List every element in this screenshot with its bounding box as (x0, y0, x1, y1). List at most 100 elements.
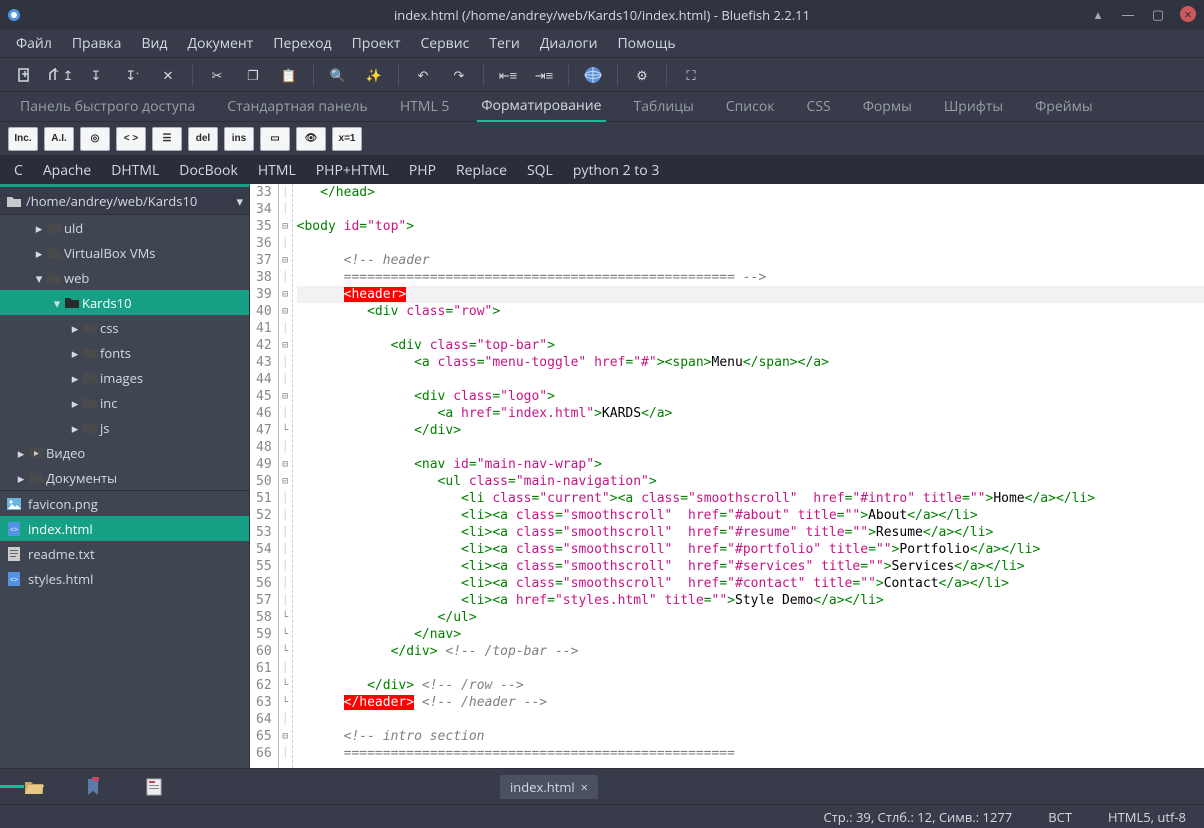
fmt-button-1[interactable]: A.I. (44, 127, 74, 151)
fullscreen-button[interactable]: ⛶ (673, 60, 709, 90)
tooltab-6[interactable]: CSS (803, 92, 835, 121)
expand-icon[interactable]: ▸ (68, 419, 82, 437)
tooltab-8[interactable]: Шрифты (940, 92, 1007, 121)
menu-правка[interactable]: Правка (62, 30, 132, 57)
lang-dhtml[interactable]: DHTML (111, 161, 159, 180)
fmt-button-2[interactable]: ◎ (80, 127, 110, 151)
tooltab-7[interactable]: Формы (859, 92, 916, 121)
menu-документ[interactable]: Документ (177, 30, 263, 57)
menu-файл[interactable]: Файл (6, 30, 62, 57)
menu-помощь[interactable]: Помощь (607, 30, 685, 57)
lang-phphtml[interactable]: PHP+HTML (316, 161, 389, 180)
expand-icon[interactable]: ▸ (68, 369, 82, 387)
fold-column[interactable]: ││⊟│⊟│⊟⊟│⊟││⊟│└│⊟⊟│││││││└└└│└└│⊟│ (279, 184, 293, 768)
tooltab-4[interactable]: Таблицы (630, 92, 698, 121)
lang-sql[interactable]: SQL (527, 161, 553, 180)
lang-replace[interactable]: Replace (456, 161, 507, 180)
fmt-button-3[interactable]: < > (116, 127, 146, 151)
indent-button[interactable]: ⇥≡ (526, 60, 562, 90)
tooltab-2[interactable]: HTML 5 (396, 92, 454, 121)
lang-html[interactable]: HTML (258, 161, 296, 180)
menu-диалоги[interactable]: Диалоги (530, 30, 608, 57)
close-file-button[interactable]: ✕ (150, 60, 186, 90)
expand-icon[interactable]: ▸ (32, 244, 46, 262)
tooltab-1[interactable]: Стандартная панель (223, 92, 372, 121)
fmt-button-4[interactable]: ☰ (152, 127, 182, 151)
menu-вид[interactable]: Вид (131, 30, 177, 57)
file-list[interactable]: favicon.png<>index.htmlreadme.txt<>style… (0, 491, 249, 768)
tooltab-3[interactable]: Форматирование (477, 91, 605, 122)
file-item-indexhtml[interactable]: <>index.html (0, 516, 249, 541)
fmt-button-0[interactable]: Inc. (8, 127, 38, 151)
open-file-button[interactable]: ↥ (42, 60, 78, 90)
file-item-readmetxt[interactable]: readme.txt (0, 541, 249, 566)
file-item-faviconpng[interactable]: favicon.png (0, 491, 249, 516)
expand-icon[interactable]: ▾ (50, 294, 64, 312)
statusbar: Стр.: 39, Стлб.: 12, Симв.: 1277 ВСТ HTM… (0, 804, 1204, 828)
lang-apache[interactable]: Apache (43, 161, 91, 180)
expand-icon[interactable]: ▸ (14, 444, 28, 462)
copy-button[interactable]: ❐ (235, 60, 271, 90)
expand-icon[interactable]: ▸ (32, 219, 46, 237)
unindent-button[interactable]: ⇤≡ (490, 60, 526, 90)
code-area[interactable]: </head> <body id="top"> <!-- header ====… (293, 184, 1204, 768)
fmt-button-6[interactable]: ins (224, 127, 254, 151)
folder-tree[interactable]: ▸uld▸VirtualBox VMs▾web▾Kards10▸css▸font… (0, 215, 249, 491)
expand-icon[interactable]: ▸ (68, 319, 82, 337)
tree-item-web[interactable]: ▾web (0, 265, 249, 290)
close-button[interactable]: × (1180, 6, 1196, 22)
tree-item-[interactable]: ▸Видео (0, 440, 249, 465)
expand-icon[interactable]: ▸ (68, 394, 82, 412)
tree-item-css[interactable]: ▸css (0, 315, 249, 340)
tree-item-js[interactable]: ▸js (0, 415, 249, 440)
bookmark-button[interactable] (76, 772, 112, 802)
tooltab-0[interactable]: Панель быстрого доступа (16, 92, 199, 121)
search-button[interactable]: 🔍 (320, 60, 356, 90)
tree-item-[interactable]: ▸Документы (0, 465, 249, 490)
path-dropdown-icon[interactable]: ▾ (236, 192, 243, 210)
expand-icon[interactable]: ▾ (32, 269, 46, 287)
browser-button[interactable] (575, 60, 611, 90)
lang-docbook[interactable]: DocBook (179, 161, 238, 180)
menu-теги[interactable]: Теги (479, 30, 530, 57)
minimize-button[interactable]: — (1120, 6, 1136, 22)
fmt-button-9[interactable]: x=1 (332, 127, 362, 151)
settings-button[interactable]: ⚙ (624, 60, 660, 90)
tooltab-5[interactable]: Список (722, 92, 779, 121)
redo-button[interactable]: ↷ (441, 60, 477, 90)
close-tab-icon[interactable]: × (581, 778, 588, 796)
lang-c[interactable]: C (14, 161, 23, 180)
save-button[interactable]: ↧ (78, 60, 114, 90)
snippet-button[interactable] (136, 772, 172, 802)
tooltab-9[interactable]: Фреймы (1031, 92, 1097, 121)
tree-item-kards10[interactable]: ▾Kards10 (0, 290, 249, 315)
save-as-button[interactable]: ↧⁺ (114, 60, 150, 90)
menu-переход[interactable]: Переход (263, 30, 341, 57)
tree-item-virtualboxvms[interactable]: ▸VirtualBox VMs (0, 240, 249, 265)
fmt-button-8[interactable]: 👁 (296, 127, 326, 151)
expand-icon[interactable]: ▸ (14, 469, 28, 487)
hide-button[interactable]: ▴ (1090, 6, 1106, 22)
menu-сервис[interactable]: Сервис (410, 30, 479, 57)
file-item-styleshtml[interactable]: <>styles.html (0, 566, 249, 591)
tree-item-label: inc (100, 394, 117, 412)
cut-button[interactable]: ✂ (199, 60, 235, 90)
tree-item-images[interactable]: ▸images (0, 365, 249, 390)
code-editor[interactable]: 3334353637383940414243444546474849505152… (250, 184, 1204, 768)
search-replace-button[interactable]: ✨ (356, 60, 392, 90)
expand-icon[interactable]: ▸ (68, 344, 82, 362)
path-selector[interactable]: /home/andrey/web/Kards10 ▾ (0, 187, 249, 215)
new-file-button[interactable] (6, 60, 42, 90)
tree-item-inc[interactable]: ▸ inc (0, 390, 249, 415)
undo-button[interactable]: ↶ (405, 60, 441, 90)
lang-python2to3[interactable]: python 2 to 3 (573, 161, 660, 180)
fmt-button-7[interactable]: ▭ (260, 127, 290, 151)
paste-button[interactable]: 📋 (271, 60, 307, 90)
menu-проект[interactable]: Проект (342, 30, 411, 57)
lang-php[interactable]: PHP (409, 161, 436, 180)
tree-item-fonts[interactable]: ▸fonts (0, 340, 249, 365)
maximize-button[interactable]: ▢ (1150, 6, 1166, 22)
tree-item-uld[interactable]: ▸uld (0, 215, 249, 240)
editor-tab-index[interactable]: index.html × (500, 775, 598, 799)
fmt-button-5[interactable]: del (188, 127, 218, 151)
